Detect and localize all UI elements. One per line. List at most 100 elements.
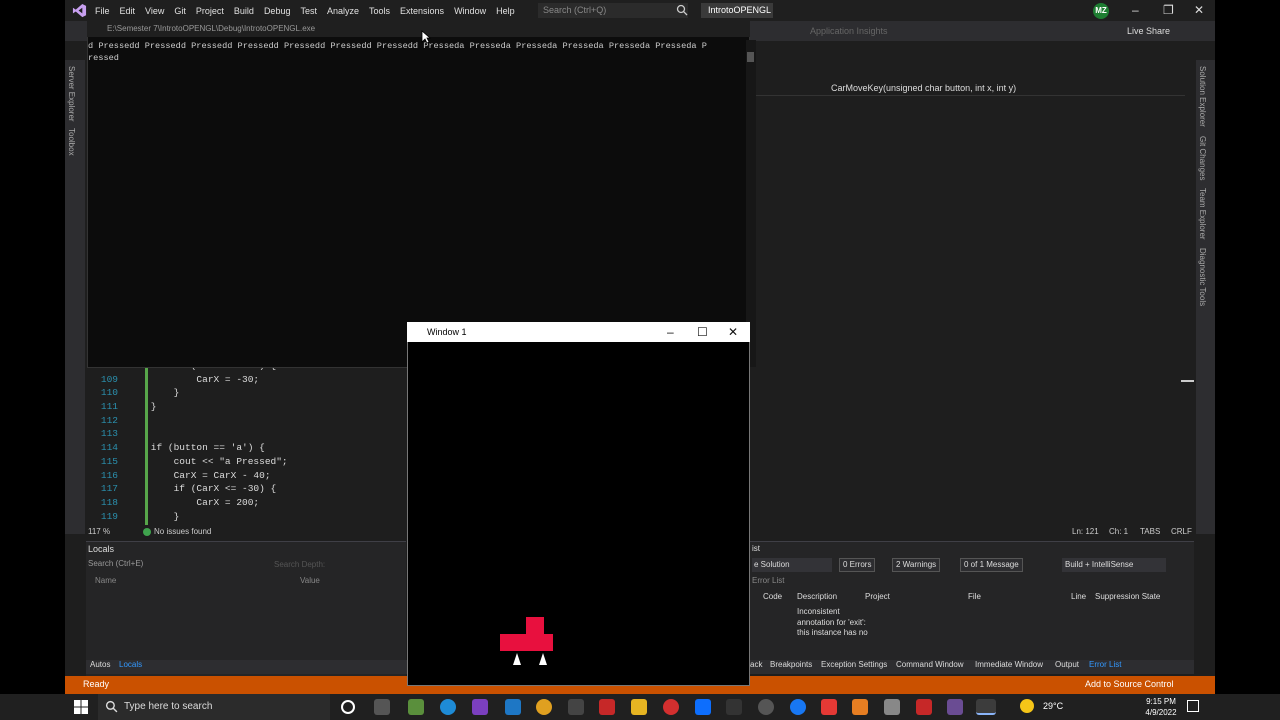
code-line[interactable]: 111 } <box>100 401 420 415</box>
warnings-filter-button[interactable]: 2 Warnings <box>892 558 941 572</box>
tab-autos[interactable]: Autos <box>90 660 110 669</box>
line-ending-indicator[interactable]: CRLF <box>1171 527 1192 536</box>
code-text[interactable]: if (button == 'a') { <box>128 442 265 456</box>
build-filter-dropdown[interactable]: Build + IntelliSense <box>1062 558 1166 572</box>
tab-diagnostic-tools[interactable]: Diagnostic Tools <box>1198 248 1207 306</box>
tab-exception-settings[interactable]: Exception Settings <box>821 660 887 669</box>
locals-search-input[interactable]: Search (Ctrl+E) <box>88 559 238 572</box>
facebook-icon[interactable] <box>790 699 806 715</box>
code-text[interactable]: } <box>128 511 180 525</box>
tab-git-changes[interactable]: Git Changes <box>1198 136 1207 180</box>
console-scroll-thumb[interactable] <box>747 52 754 62</box>
header-description[interactable]: Description <box>797 592 837 601</box>
menu-item-build[interactable]: Build <box>229 6 259 16</box>
application-insights-button[interactable]: Application Insights <box>810 26 888 36</box>
windows-start-icon[interactable] <box>74 700 88 714</box>
app-icon[interactable] <box>726 699 742 715</box>
code-line[interactable]: 117 if (CarX <= -30) { <box>100 483 420 497</box>
task-view-icon[interactable] <box>374 699 390 715</box>
menu-item-file[interactable]: File <box>90 6 115 16</box>
messages-filter-button[interactable]: 0 of 1 Message <box>960 558 1023 572</box>
code-line[interactable]: 114 if (button == 'a') { <box>100 442 420 456</box>
menu-item-test[interactable]: Test <box>295 6 322 16</box>
settings-icon[interactable] <box>758 699 774 715</box>
cortana-icon[interactable] <box>341 700 355 714</box>
header-file[interactable]: File <box>968 592 981 601</box>
opera-icon[interactable] <box>663 699 679 715</box>
visual-studio-icon[interactable] <box>472 699 488 715</box>
search-input[interactable]: Search (Ctrl+Q) <box>538 3 688 18</box>
tab-error-list[interactable]: Error List <box>1089 660 1121 669</box>
member-dropdown[interactable]: CarMoveKey(unsigned char button, int x, … <box>831 83 1016 93</box>
clock[interactable]: 9:15 PM 4/9/2022 <box>1141 696 1181 718</box>
code-lines[interactable]: 108 if (CarX >= 200) {109 CarX = -30;110… <box>100 360 420 524</box>
header-project[interactable]: Project <box>865 592 890 601</box>
opengl-window[interactable] <box>407 322 750 686</box>
menu-item-debug[interactable]: Debug <box>259 6 296 16</box>
app-icon[interactable] <box>408 699 424 715</box>
tab-command-window[interactable]: Command Window <box>896 660 964 669</box>
avatar[interactable]: MZ <box>1093 3 1109 19</box>
live-share-button[interactable]: Live Share <box>1127 26 1170 36</box>
close-icon[interactable]: ✕ <box>1194 3 1204 17</box>
tab-call-stack[interactable]: ack <box>750 660 762 669</box>
search-icon[interactable] <box>676 4 688 16</box>
menu-item-help[interactable]: Help <box>491 6 520 16</box>
taskbar-search-text[interactable]: Type here to search <box>124 701 212 712</box>
code-text[interactable]: if (CarX <= -30) { <box>128 483 277 497</box>
errors-filter-button[interactable]: 0 Errors <box>839 558 876 572</box>
notification-icon[interactable] <box>1187 700 1199 712</box>
code-text[interactable]: } <box>128 401 157 415</box>
store-icon[interactable] <box>568 699 584 715</box>
zoom-level[interactable]: 117 % <box>88 527 110 536</box>
console-window[interactable] <box>87 21 750 368</box>
minimize-icon[interactable]: – <box>1132 3 1139 17</box>
add-to-source-control-button[interactable]: Add to Source Control <box>1085 679 1174 689</box>
scope-dropdown[interactable]: e Solution <box>752 558 832 572</box>
menu-item-project[interactable]: Project <box>191 6 229 16</box>
maximize-icon[interactable]: ☐ <box>697 325 708 339</box>
menu-item-extensions[interactable]: Extensions <box>395 6 449 16</box>
close-icon[interactable]: ✕ <box>728 325 738 339</box>
code-text[interactable]: CarX = CarX - 40; <box>128 470 271 484</box>
menu-item-view[interactable]: View <box>140 6 169 16</box>
error-list-search[interactable]: Error List <box>752 576 784 585</box>
tabs-indicator[interactable]: TABS <box>1140 527 1160 536</box>
code-line[interactable]: 109 CarX = -30; <box>100 374 420 388</box>
edge-icon[interactable] <box>440 699 456 715</box>
weather-icon[interactable] <box>1020 699 1034 713</box>
code-line[interactable]: 115 cout << "a Pressed"; <box>100 456 420 470</box>
menu-item-window[interactable]: Window <box>449 6 491 16</box>
code-line[interactable]: 119 } <box>100 511 420 525</box>
tab-solution-explorer[interactable]: Solution Explorer <box>1198 66 1207 127</box>
minimize-icon[interactable]: – <box>667 325 674 339</box>
editor-scrollbar[interactable] <box>1183 96 1193 526</box>
chrome-icon[interactable] <box>536 699 552 715</box>
code-line[interactable]: 118 CarX = 200; <box>100 497 420 511</box>
tab-team-explorer[interactable]: Team Explorer <box>1198 188 1207 240</box>
menu-item-git[interactable]: Git <box>169 6 191 16</box>
code-text[interactable]: CarX = -30; <box>128 374 259 388</box>
temperature[interactable]: 29°C <box>1043 701 1063 711</box>
code-line[interactable]: 113 <box>100 428 420 442</box>
column-name[interactable]: Name <box>95 576 116 585</box>
menu-item-tools[interactable]: Tools <box>364 6 395 16</box>
opengl-app-icon[interactable] <box>976 699 996 715</box>
header-line[interactable]: Line <box>1071 592 1086 601</box>
tab-breakpoints[interactable]: Breakpoints <box>770 660 812 669</box>
error-row-description[interactable]: Inconsistent annotation for 'exit': this… <box>797 607 872 639</box>
header-code[interactable]: Code <box>763 592 782 601</box>
file-explorer-icon[interactable] <box>631 699 647 715</box>
youtube-icon[interactable] <box>821 699 837 715</box>
code-text[interactable]: } <box>128 387 180 401</box>
vscode-icon[interactable] <box>505 699 521 715</box>
app-icon[interactable] <box>916 699 932 715</box>
console-scrollbar[interactable] <box>746 40 756 367</box>
tab-locals[interactable]: Locals <box>119 660 142 669</box>
tab-immediate-window[interactable]: Immediate Window <box>975 660 1043 669</box>
issues-indicator[interactable]: No issues found <box>154 527 211 536</box>
tab-toolbox[interactable]: Toolbox <box>67 128 76 156</box>
tab-output[interactable]: Output <box>1055 660 1079 669</box>
maximize-icon[interactable]: ❐ <box>1163 3 1174 17</box>
header-suppression-state[interactable]: Suppression State <box>1095 592 1160 601</box>
